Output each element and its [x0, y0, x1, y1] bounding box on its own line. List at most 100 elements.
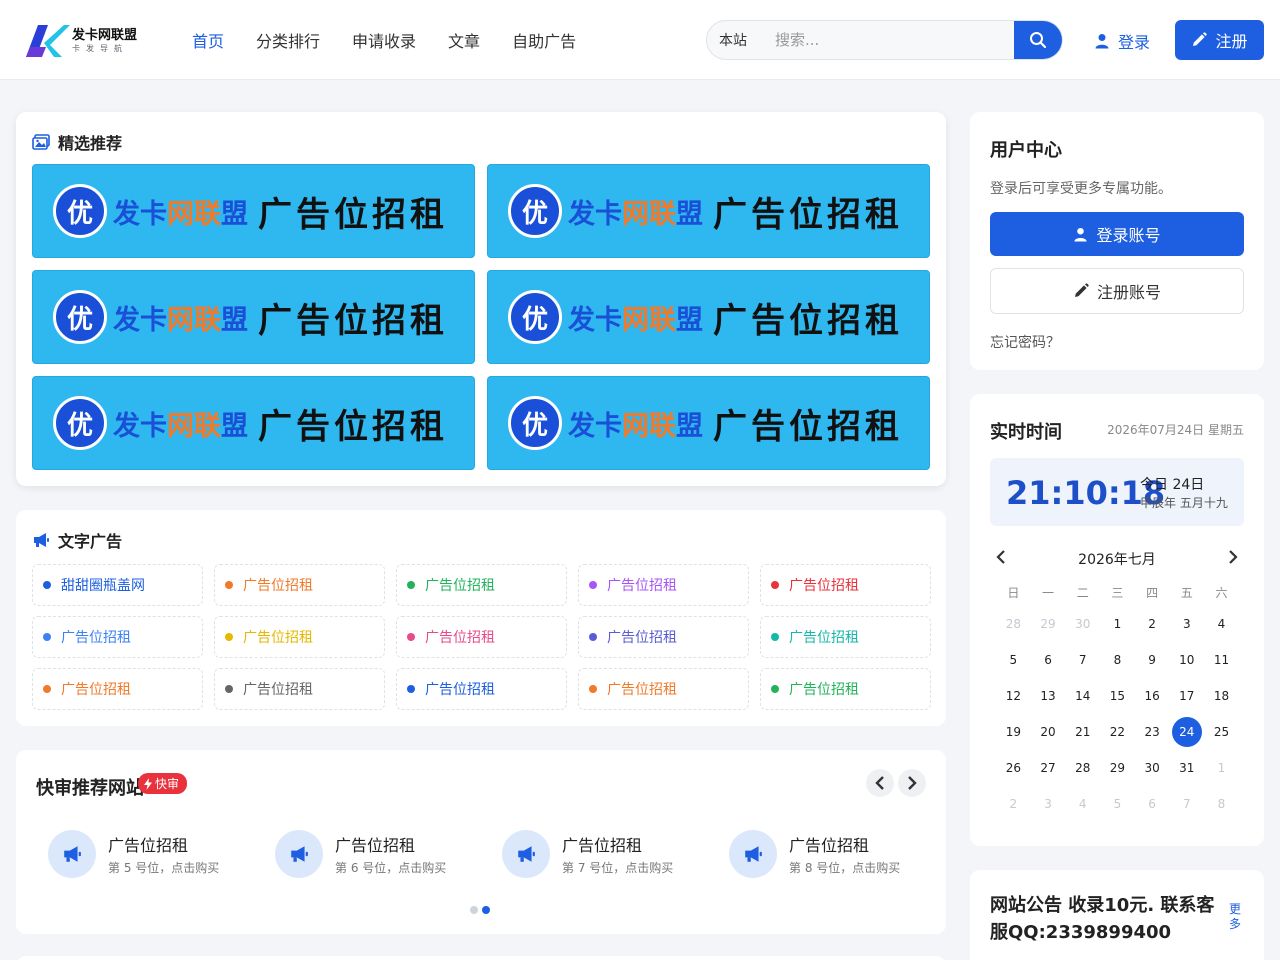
calendar-day[interactable]: 12 [996, 678, 1031, 714]
text-ad-link[interactable]: 广告位招租 [214, 668, 385, 710]
calendar-prev-button[interactable] [996, 549, 1006, 569]
calendar-day[interactable]: 7 [1065, 642, 1100, 678]
carousel-dot[interactable] [482, 906, 490, 914]
calendar-day[interactable]: 13 [1031, 678, 1066, 714]
clock-box: 21:10:18 今日 24日 甲辰年 五月十九 [990, 458, 1244, 526]
register-account-button[interactable]: 注册账号 [990, 268, 1244, 314]
calendar-day[interactable]: 21 [1065, 714, 1100, 750]
ad-banner[interactable]: 优发卡网联盟 广告位招租 [487, 376, 930, 470]
ad-banner[interactable]: 优发卡网联盟 广告位招租 [487, 164, 930, 258]
calendar-day[interactable]: 11 [1204, 642, 1239, 678]
calendar-day[interactable]: 29 [1031, 606, 1066, 642]
calendar-next-button[interactable] [1228, 549, 1238, 569]
pencil-icon [1074, 283, 1089, 297]
quick-review-site[interactable]: 广告位招租第 7 号位，点击购买 [502, 830, 729, 878]
banner-brand-part: 网联 [622, 410, 676, 442]
calendar-day[interactable]: 8 [1204, 786, 1239, 822]
text-ad-dot [407, 633, 415, 641]
calendar-day[interactable]: 31 [1169, 750, 1204, 786]
text-ad-link[interactable]: 甜甜圈瓶盖网 [32, 564, 203, 606]
calendar-day[interactable]: 30 [1065, 606, 1100, 642]
calendar-day[interactable]: 30 [1135, 750, 1170, 786]
text-ad-link[interactable]: 广告位招租 [578, 668, 749, 710]
carousel-dot[interactable] [470, 906, 478, 914]
calendar-day[interactable]: 29 [1100, 750, 1135, 786]
calendar-day[interactable]: 2 [996, 786, 1031, 822]
calendar-day[interactable]: 9 [1135, 642, 1170, 678]
calendar-day[interactable]: 3 [1169, 606, 1204, 642]
calendar-day[interactable]: 6 [1031, 642, 1066, 678]
ad-banner[interactable]: 优发卡网联盟 广告位招租 [32, 164, 475, 258]
calendar-day[interactable]: 7 [1169, 786, 1204, 822]
quick-review-site[interactable]: 广告位招租第 5 号位，点击购买 [48, 830, 275, 878]
calendar-day-number: 5 [1009, 653, 1018, 667]
text-ad-link[interactable]: 广告位招租 [396, 668, 567, 710]
nav-self-service-ads[interactable]: 自助广告 [512, 28, 576, 52]
text-ad-link[interactable]: 广告位招租 [214, 564, 385, 606]
calendar-day[interactable]: 2 [1135, 606, 1170, 642]
ad-banner[interactable]: 优发卡网联盟 广告位招租 [487, 270, 930, 364]
text-ad-link[interactable]: 广告位招租 [760, 668, 931, 710]
site-logo[interactable]: 发卡网联盟 卡发导航 [24, 18, 154, 64]
calendar-day[interactable]: 14 [1065, 678, 1100, 714]
calendar-day[interactable]: 3 [1031, 786, 1066, 822]
calendar-day[interactable]: 15 [1100, 678, 1135, 714]
carousel-next-button[interactable] [898, 769, 926, 797]
nav-category-ranking[interactable]: 分类排行 [256, 28, 320, 52]
featured-card: 精选推荐 优发卡网联盟 广告位招租优发卡网联盟 广告位招租优发卡网联盟 广告位招租优发… [16, 112, 946, 486]
user-icon [1095, 34, 1109, 49]
calendar-day[interactable]: 20 [1031, 714, 1066, 750]
calendar-day[interactable]: 10 [1169, 642, 1204, 678]
calendar-day[interactable]: 5 [996, 642, 1031, 678]
calendar-day[interactable]: 27 [1031, 750, 1066, 786]
login-link[interactable]: 登录 [1094, 29, 1150, 53]
forgot-password-link[interactable]: 忘记密码？ [990, 332, 1060, 352]
banner-brand-part: 盟 [221, 410, 248, 442]
text-ad-link[interactable]: 广告位招租 [396, 564, 567, 606]
calendar-day[interactable]: 4 [1065, 786, 1100, 822]
calendar-day[interactable]: 6 [1135, 786, 1170, 822]
banner-brand: 发卡网联盟 [113, 298, 248, 337]
search-input[interactable] [763, 21, 1014, 59]
text-ad-link[interactable]: 广告位招租 [32, 616, 203, 658]
carousel-prev-button[interactable] [866, 769, 894, 797]
quick-review-site[interactable]: 广告位招租第 8 号位，点击购买 [729, 830, 956, 878]
ad-banner[interactable]: 优发卡网联盟 广告位招租 [32, 270, 475, 364]
notice-more-link[interactable]: 更多 [1229, 902, 1241, 932]
calendar-day-number: 29 [1040, 617, 1056, 631]
calendar-day[interactable]: 28 [1065, 750, 1100, 786]
calendar-day[interactable]: 17 [1169, 678, 1204, 714]
text-ad-link[interactable]: 广告位招租 [578, 564, 749, 606]
calendar-day[interactable]: 22 [1100, 714, 1135, 750]
calendar-day[interactable]: 1 [1100, 606, 1135, 642]
calendar-day[interactable]: 26 [996, 750, 1031, 786]
nav-home[interactable]: 首页 [192, 28, 224, 52]
calendar-day-number: 11 [1213, 653, 1230, 667]
text-ad-link[interactable]: 广告位招租 [760, 564, 931, 606]
login-account-button[interactable]: 登录账号 [990, 212, 1244, 256]
calendar-day[interactable]: 25 [1204, 714, 1239, 750]
text-ad-link[interactable]: 广告位招租 [760, 616, 931, 658]
calendar-day[interactable]: 8 [1100, 642, 1135, 678]
quick-review-site[interactable]: 广告位招租第 6 号位，点击购买 [275, 830, 502, 878]
ad-banner[interactable]: 优发卡网联盟 广告位招租 [32, 376, 475, 470]
register-button[interactable]: 注册 [1175, 20, 1264, 60]
login-account-label: 登录账号 [1096, 226, 1161, 245]
calendar-day[interactable]: 18 [1204, 678, 1239, 714]
calendar-day[interactable]: 1 [1204, 750, 1239, 786]
text-ad-link[interactable]: 广告位招租 [214, 616, 385, 658]
calendar-day-today[interactable]: 24 [1169, 714, 1204, 750]
nav-apply-listing[interactable]: 申请收录 [352, 28, 416, 52]
calendar-day[interactable]: 23 [1135, 714, 1170, 750]
calendar-day[interactable]: 5 [1100, 786, 1135, 822]
calendar-day[interactable]: 19 [996, 714, 1031, 750]
text-ad-link[interactable]: 广告位招租 [578, 616, 749, 658]
search-button[interactable] [1014, 21, 1062, 59]
nav-articles[interactable]: 文章 [448, 28, 480, 52]
text-ad-link[interactable]: 广告位招租 [396, 616, 567, 658]
calendar-day[interactable]: 4 [1204, 606, 1239, 642]
calendar-day[interactable]: 16 [1135, 678, 1170, 714]
calendar-day[interactable]: 28 [996, 606, 1031, 642]
text-ad-link[interactable]: 广告位招租 [32, 668, 203, 710]
search-scope-select[interactable]: 本站 [707, 30, 763, 50]
